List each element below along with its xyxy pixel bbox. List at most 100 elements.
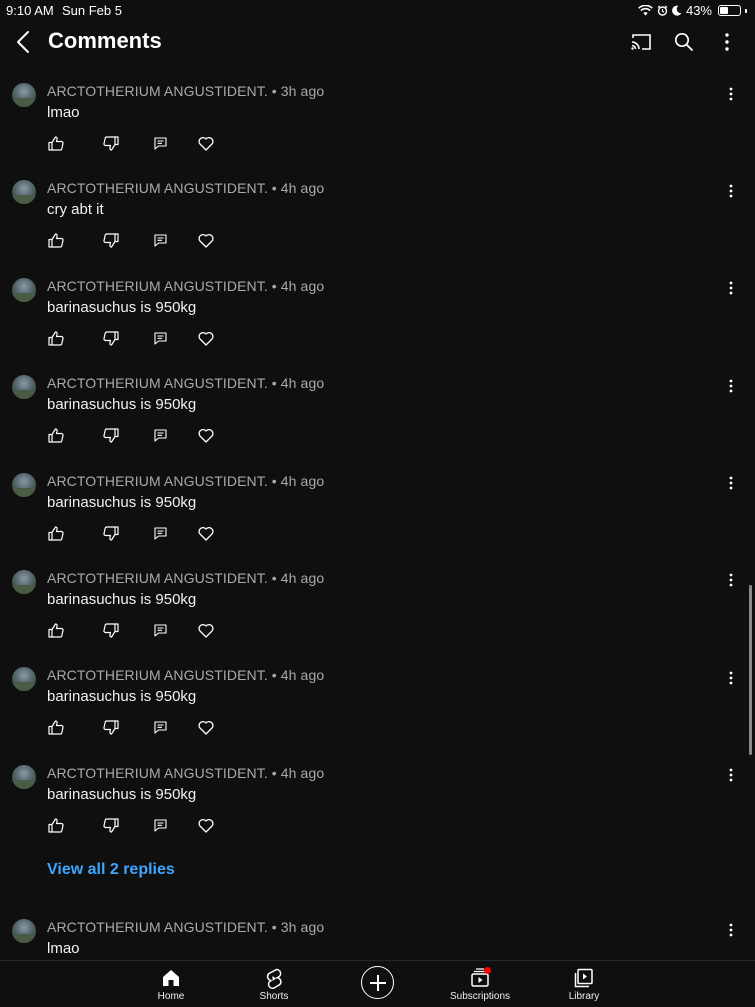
avatar[interactable] [12,277,36,302]
comment-author[interactable]: ARCTOTHERIUM ANGUSTIDENT. [47,667,268,683]
comment-more-button[interactable] [721,183,741,203]
reply-button[interactable] [151,721,169,739]
reply-button[interactable] [151,624,169,642]
heart-button[interactable] [197,234,215,252]
heart-button[interactable] [197,623,215,642]
avatar[interactable] [12,764,36,789]
avatar[interactable] [12,375,36,400]
more-vertical-icon [729,379,733,398]
like-button[interactable] [47,525,65,546]
comment-age: 4h ago [280,667,325,684]
thumbs-up-icon [48,525,64,546]
comment-more-button[interactable] [721,670,741,690]
reply-button[interactable] [151,332,169,350]
comment-more-button[interactable] [721,573,741,593]
like-button[interactable] [47,233,65,253]
reply-button[interactable] [151,819,169,837]
battery-icon [718,5,741,16]
back-button[interactable] [12,29,36,55]
reply-button[interactable] [151,234,169,252]
comment-actions [47,623,227,643]
alarm-icon [657,5,668,16]
avatar[interactable] [12,667,36,692]
comment-author[interactable]: ARCTOTHERIUM ANGUSTIDENT. [47,180,268,196]
like-button[interactable] [47,623,65,643]
comment-text: barinasuchus is 950kg [47,785,197,803]
meta-separator: • [267,180,281,197]
more-options-button[interactable] [714,30,740,54]
dislike-button[interactable] [102,623,120,643]
avatar[interactable] [12,472,36,497]
comment-text: barinasuchus is 950kg [47,688,197,706]
heart-button[interactable] [197,818,215,837]
comment-author[interactable]: ARCTOTHERIUM ANGUSTIDENT. [47,83,268,99]
reply-button[interactable] [151,429,169,447]
heart-button[interactable] [197,526,215,545]
comment-meta: ARCTOTHERIUM ANGUSTIDENT. • 4h ago [47,278,324,294]
more-vertical-icon [729,671,733,690]
comment-item: ARCTOTHERIUM ANGUSTIDENT. • 4h ago barina… [0,364,755,461]
cast-button[interactable] [628,30,654,54]
comment-author[interactable]: ARCTOTHERIUM ANGUSTIDENT. [47,570,268,586]
comment-meta: ARCTOTHERIUM ANGUSTIDENT. • 4h ago [47,473,324,489]
heart-button[interactable] [197,331,215,350]
like-button[interactable] [47,720,65,740]
comment-author[interactable]: ARCTOTHERIUM ANGUSTIDENT. [47,919,268,935]
comment-item: ARCTOTHERIUM ANGUSTIDENT. • 4h ago barina… [0,754,755,851]
dislike-button[interactable] [102,233,120,253]
like-button[interactable] [47,136,65,156]
heart-button[interactable] [197,429,215,447]
like-button[interactable] [47,818,65,837]
reply-button[interactable] [151,527,169,545]
thumbs-down-icon [103,428,119,448]
comment-more-button[interactable] [721,768,741,788]
dislike-button[interactable] [102,136,120,155]
comment-author[interactable]: ARCTOTHERIUM ANGUSTIDENT. [47,473,268,489]
meta-separator: • [267,667,281,684]
dislike-button[interactable] [102,720,120,740]
like-button[interactable] [47,331,65,350]
reply-icon [153,819,167,837]
avatar[interactable] [12,83,36,107]
reply-icon [153,624,167,642]
comment-more-button[interactable] [721,476,741,496]
avatar[interactable] [12,919,36,943]
comment-item: ARCTOTHERIUM ANGUSTIDENT. • 4h ago barina… [0,267,755,364]
thumbs-up-icon [48,720,64,740]
comment-author[interactable]: ARCTOTHERIUM ANGUSTIDENT. [47,375,268,391]
dislike-button[interactable] [102,525,120,545]
thumbs-up-icon [48,136,64,156]
search-button[interactable] [671,30,697,54]
dislike-button[interactable] [102,818,120,838]
avatar[interactable] [12,569,36,594]
comment-more-button[interactable] [721,922,741,942]
comment-text: barinasuchus is 950kg [47,396,197,414]
reply-button[interactable] [151,137,169,155]
thumbs-down-icon [103,818,119,838]
thumbs-down-icon [103,720,119,740]
comment-author[interactable]: ARCTOTHERIUM ANGUSTIDENT. [47,278,268,294]
comment-more-button[interactable] [721,86,741,106]
comment-more-button[interactable] [721,281,741,301]
header: Comments [0,24,755,60]
thumbs-down-icon [103,623,119,643]
heart-button[interactable] [197,721,215,739]
comment-age: 3h ago [280,919,325,935]
avatar[interactable] [12,180,36,205]
more-vertical-icon [729,184,733,203]
view-replies-link[interactable]: View all 2 replies [47,861,175,879]
more-vertical-icon [729,768,733,787]
thumbs-up-icon [48,233,64,253]
comment-author[interactable]: ARCTOTHERIUM ANGUSTIDENT. [47,765,268,781]
meta-separator: • [267,569,281,586]
scrollbar[interactable] [749,585,752,755]
thumbs-up-icon [48,623,64,643]
dislike-button[interactable] [102,428,120,448]
comment-age: 4h ago [280,375,325,392]
thumbs-down-icon [103,233,119,253]
comment-more-button[interactable] [721,378,741,398]
heart-button[interactable] [197,136,215,155]
dislike-button[interactable] [102,331,120,350]
reply-icon [153,721,167,739]
like-button[interactable] [47,428,65,447]
